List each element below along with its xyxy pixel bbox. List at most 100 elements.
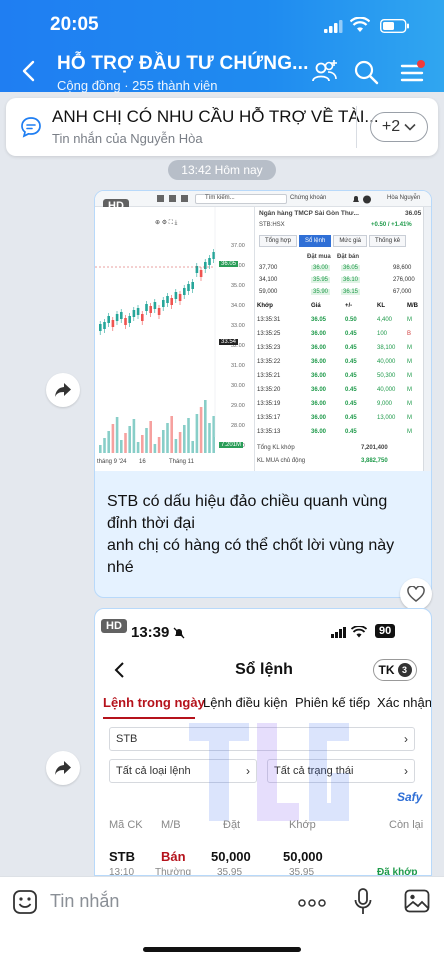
message-bubble-1[interactable]: Tìm kiếm... Chứng khoán Hòa Nguyễn HD 37… xyxy=(94,190,432,598)
group-add-icon[interactable] xyxy=(311,58,339,86)
home-indicator xyxy=(143,947,301,952)
candle-body xyxy=(166,296,169,303)
candle-body xyxy=(128,316,131,323)
volume-bar xyxy=(128,426,131,453)
menu-icon[interactable] xyxy=(398,58,426,86)
message-input[interactable]: Tin nhắn xyxy=(50,891,119,912)
wifi-icon xyxy=(350,17,370,32)
match-header-cell: Giá xyxy=(311,303,321,309)
chevron-right-icon: › xyxy=(404,764,408,778)
candle-body xyxy=(191,282,194,289)
col-symbol: Mã CK xyxy=(109,819,143,831)
tab-confirm-orders: Xác nhận lệ xyxy=(377,695,432,710)
message-line-4: nhé xyxy=(107,559,134,576)
match-cell: 36.00 xyxy=(311,359,327,365)
grid-icon xyxy=(157,195,188,202)
volume-bar xyxy=(153,444,157,453)
search-icon[interactable] xyxy=(352,58,380,86)
more-pinned-button[interactable]: +2 xyxy=(370,112,428,142)
microphone-icon[interactable] xyxy=(354,888,372,916)
row-order-qty: 50,000 xyxy=(211,849,251,864)
y-axis-label: 29.00 xyxy=(231,403,245,409)
more-options-icon[interactable] xyxy=(298,899,326,907)
chevron-down-icon xyxy=(404,123,416,131)
tab-tong-hop: Tổng hợp xyxy=(259,235,297,247)
y-axis-label: 31.00 xyxy=(231,363,245,369)
sticker-icon[interactable] xyxy=(12,889,38,915)
hd-badge: HD xyxy=(101,619,127,633)
col-remaining: Còn lại xyxy=(389,819,424,831)
candle-body xyxy=(111,320,115,327)
image-icon[interactable] xyxy=(404,889,430,913)
candle-body xyxy=(145,304,148,311)
book-row: 37,700 36.00 36.05 98,600 xyxy=(255,265,425,276)
row-match-qty: 50,000 xyxy=(283,849,323,864)
match-cell: 36.00 xyxy=(311,429,327,435)
match-cell: 36.00 xyxy=(311,401,327,407)
bell-mute-icon xyxy=(173,627,185,639)
more-pinned-label: +2 xyxy=(381,118,401,135)
match-cell: 38,100 xyxy=(377,345,396,351)
message-bubble-2[interactable]: HD 13:39 90 Sổ lệnh TK 3 Lệnh trong ngày… xyxy=(94,608,432,876)
signal-icon xyxy=(331,627,346,638)
volume-bar xyxy=(103,438,106,453)
match-cell: 0.50 xyxy=(345,317,357,323)
match-cell: 36.05 xyxy=(311,317,327,323)
match-cell: 13:35:20 xyxy=(257,387,281,393)
match-row: 13:35:23 36.00 0.45 38,100 M xyxy=(255,345,425,356)
react-button[interactable] xyxy=(400,578,432,610)
message-input-bar: Tin nhắn xyxy=(0,876,444,960)
match-row: 13:35:25 36.00 0.45 100 B xyxy=(255,331,425,342)
match-row: 13:35:22 36.00 0.45 40,000 M xyxy=(255,359,425,370)
row-match-price: 35.95 xyxy=(289,867,315,876)
share-arrow-icon xyxy=(55,761,71,775)
candle-body xyxy=(149,306,152,313)
candle-body xyxy=(208,258,211,265)
pinned-subtitle: Tin nhắn của Nguyễn Hòa xyxy=(52,131,203,146)
match-cell: 9,000 xyxy=(377,401,393,407)
kl-mua-value: 3,882,750 xyxy=(361,458,388,464)
pinned-title: ANH CHỊ CÓ NHU CẦU HỖ TRỢ VỀ TÀI... xyxy=(52,107,379,126)
candle-body xyxy=(124,318,127,325)
panel-tabs: Tổng hợp Sổ lệnh Mức giá Thống kê xyxy=(259,235,407,247)
candle-body xyxy=(162,300,165,307)
col-matched: Khớp xyxy=(289,819,316,831)
bell-icon xyxy=(353,195,371,204)
book-cell: 34,100 xyxy=(259,277,278,283)
forward-button[interactable] xyxy=(46,373,80,407)
message-line-3: anh chị có hàng có thể chốt lời vùng này xyxy=(107,537,395,554)
match-cell: 36.00 xyxy=(311,345,327,351)
volume-bar xyxy=(162,430,165,453)
book-cell: 35.90 xyxy=(311,289,331,295)
match-cell: 13:35:22 xyxy=(257,359,281,365)
battery-level: 90 xyxy=(375,624,396,638)
match-cell: 36.00 xyxy=(311,331,327,337)
x-label-2: 16 xyxy=(139,459,146,465)
candle-body xyxy=(199,270,203,277)
row-type: Thường xyxy=(155,867,192,876)
forward-button[interactable] xyxy=(46,751,80,785)
tab-next-session: Phiên kế tiếp xyxy=(295,695,371,710)
match-header-cell: M/B xyxy=(407,303,418,309)
volume-bar xyxy=(174,439,178,453)
group-title[interactable]: HỖ TRỢ ĐẦU TƯ CHỨNG... xyxy=(57,53,309,75)
x-label-1: tháng 9 '24 xyxy=(97,459,127,465)
match-cell: M xyxy=(407,415,412,421)
total-value: 7,201,400 xyxy=(361,445,388,451)
volume-tag: 7.201M xyxy=(219,442,244,448)
book-row: 59,000 35.90 36.15 67,000 xyxy=(255,289,425,300)
match-row: 13:35:13 36.00 0.45 M xyxy=(255,429,425,440)
match-header-cell: +/- xyxy=(345,303,353,309)
back-arrow-icon[interactable] xyxy=(18,58,40,84)
candle-body xyxy=(178,294,182,301)
volume-bar xyxy=(187,418,190,453)
match-cell: 0.45 xyxy=(345,331,357,337)
match-cell: 0.45 xyxy=(345,401,357,407)
match-row: 13:35:19 36.00 0.45 9,000 M xyxy=(255,401,425,412)
book-cell: 98,600 xyxy=(393,265,412,271)
trading-screenshot-image[interactable]: Tìm kiếm... Chứng khoán Hòa Nguyễn HD 37… xyxy=(95,191,431,471)
volume-bar xyxy=(178,432,182,453)
volume-bar xyxy=(145,428,148,453)
pinned-message[interactable]: ANH CHỊ CÓ NHU CẦU HỖ TRỢ VỀ TÀI... Tin … xyxy=(6,98,438,156)
row-side: Bán xyxy=(161,849,186,864)
